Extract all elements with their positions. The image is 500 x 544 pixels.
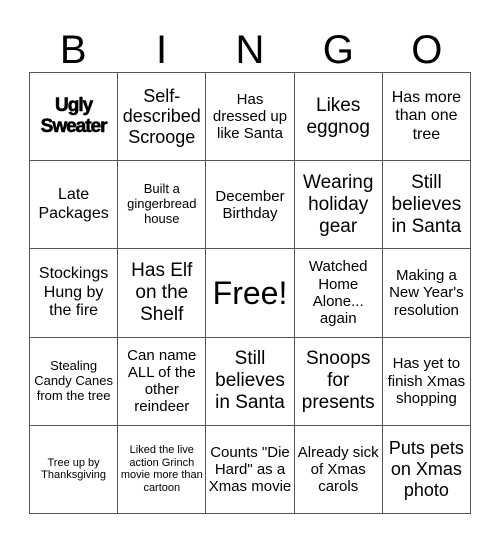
bingo-cell[interactable]: Tree up by Thanksgiving	[30, 425, 119, 514]
bingo-cell[interactable]: Puts pets on Xmas photo	[382, 425, 471, 514]
header-letter-n: N	[235, 28, 265, 72]
bingo-cell[interactable]: Still believes in Santa	[382, 161, 471, 250]
bingo-cell[interactable]: Already sick of Xmas carols	[294, 425, 383, 514]
bingo-cell[interactable]: Liked the live action Grinch movie more …	[118, 425, 207, 514]
header-letter-o: O	[411, 28, 443, 72]
bingo-cell[interactable]: Likes eggnog	[294, 73, 383, 162]
bingo-cell[interactable]: Has Elf on the Shelf	[118, 249, 207, 338]
bingo-cell[interactable]: Built a gingerbread house	[118, 161, 207, 250]
bingo-header: B I N G O	[29, 28, 471, 72]
bingo-cell[interactable]: Has dressed up like Santa	[206, 73, 295, 162]
header-letter-g: G	[322, 28, 354, 72]
bingo-cell[interactable]: Has more than one tree	[382, 73, 471, 162]
bingo-cell[interactable]: Wearing holiday gear	[294, 161, 383, 250]
bingo-cell[interactable]: December Birthday	[206, 161, 295, 250]
header-letter-i: I	[156, 28, 168, 72]
bingo-cell[interactable]: Making a New Year's resolution	[382, 249, 471, 338]
bingo-cell[interactable]: Watched Home Alone... again	[294, 249, 383, 338]
bingo-cell[interactable]: Still believes in Santa	[206, 337, 295, 426]
bingo-cell[interactable]: Can name ALL of the other reindeer	[118, 337, 207, 426]
bingo-cell[interactable]: Stockings Hung by the fire	[30, 249, 119, 338]
bingo-cell[interactable]: Stealing Candy Canes from the tree	[30, 337, 119, 426]
bingo-cell[interactable]: Has yet to finish Xmas shopping	[382, 337, 471, 426]
bingo-grid: Ugly Sweater Self-described Scrooge Has …	[29, 72, 471, 514]
bingo-cell[interactable]: Snoops for presents	[294, 337, 383, 426]
bingo-cell[interactable]: Late Packages	[30, 161, 119, 250]
free-space[interactable]: Free!	[206, 249, 295, 338]
bingo-cell[interactable]: Ugly Sweater	[30, 73, 119, 162]
header-letter-b: B	[59, 28, 87, 72]
bingo-cell[interactable]: Counts "Die Hard" as a Xmas movie	[206, 425, 295, 514]
bingo-cell[interactable]: Self-described Scrooge	[118, 73, 207, 162]
